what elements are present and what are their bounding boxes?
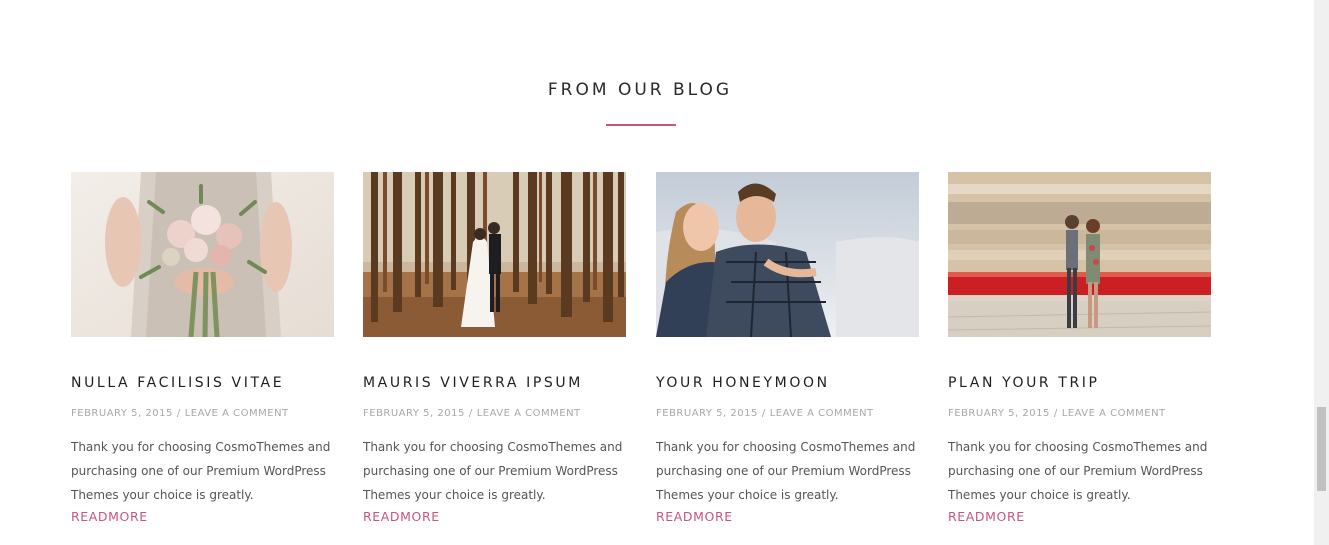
meta-separator: / [1053, 408, 1058, 419]
meta-separator: / [761, 408, 766, 419]
post-meta: FEBRUARY 5, 2015/ LEAVE A COMMENT [656, 408, 874, 419]
vertical-scrollbar[interactable] [1314, 0, 1329, 545]
post-date: FEBRUARY 5, 2015 [71, 408, 173, 419]
post-date: FEBRUARY 5, 2015 [656, 408, 758, 419]
train-station-couple-image [948, 172, 1211, 337]
meta-separator: / [468, 408, 473, 419]
leave-comment-link[interactable]: LEAVE A COMMENT [477, 408, 581, 419]
post-title-link[interactable]: NULLA FACILISIS VITAE [71, 375, 284, 391]
post-meta: FEBRUARY 5, 2015/ LEAVE A COMMENT [363, 408, 581, 419]
readmore-link[interactable]: READMORE [363, 509, 440, 524]
post-excerpt: Thank you for choosing CosmoThemes and p… [656, 440, 916, 502]
post-thumbnail-link[interactable] [71, 172, 334, 337]
blog-card: YOUR HONEYMOON FEBRUARY 5, 2015/ LEAVE A … [656, 172, 919, 524]
post-date: FEBRUARY 5, 2015 [363, 408, 465, 419]
post-meta: FEBRUARY 5, 2015/ LEAVE A COMMENT [71, 408, 289, 419]
post-thumbnail-link[interactable] [948, 172, 1211, 337]
meta-separator: / [176, 408, 181, 419]
blog-card: NULLA FACILISIS VITAE FEBRUARY 5, 2015/ L… [71, 172, 334, 524]
readmore-link[interactable]: READMORE [71, 509, 148, 524]
leave-comment-link[interactable]: LEAVE A COMMENT [185, 408, 289, 419]
post-excerpt: Thank you for choosing CosmoThemes and p… [363, 440, 623, 502]
blog-card: PLAN YOUR TRIP FEBRUARY 5, 2015/ LEAVE A … [948, 172, 1211, 524]
title-divider [606, 124, 676, 126]
post-excerpt: Thank you for choosing CosmoThemes and p… [71, 440, 331, 502]
post-excerpt: Thank you for choosing CosmoThemes and p… [948, 440, 1208, 502]
post-thumbnail-link[interactable] [656, 172, 919, 337]
post-title-link[interactable]: PLAN YOUR TRIP [948, 375, 1100, 391]
readmore-link[interactable]: READMORE [656, 509, 733, 524]
leave-comment-link[interactable]: LEAVE A COMMENT [1062, 408, 1166, 419]
post-date: FEBRUARY 5, 2015 [948, 408, 1050, 419]
section-title: FROM OUR BLOG [547, 80, 733, 100]
blog-card: MAURIS VIVERRA IPSUM FEBRUARY 5, 2015/ LE… [363, 172, 626, 524]
leave-comment-link[interactable]: LEAVE A COMMENT [770, 408, 874, 419]
embracing-couple-image [656, 172, 919, 337]
readmore-link[interactable]: READMORE [948, 509, 1025, 524]
forest-couple-image [363, 172, 626, 337]
post-thumbnail-link[interactable] [363, 172, 626, 337]
post-meta: FEBRUARY 5, 2015/ LEAVE A COMMENT [948, 408, 1166, 419]
bride-bouquet-image [71, 172, 334, 337]
post-title-link[interactable]: MAURIS VIVERRA IPSUM [363, 375, 583, 391]
scrollbar-thumb[interactable] [1317, 407, 1326, 491]
post-title-link[interactable]: YOUR HONEYMOON [656, 375, 830, 391]
blog-section: FROM OUR BLOG NULLA FACILISIS VITAE FEBR… [0, 0, 1314, 545]
